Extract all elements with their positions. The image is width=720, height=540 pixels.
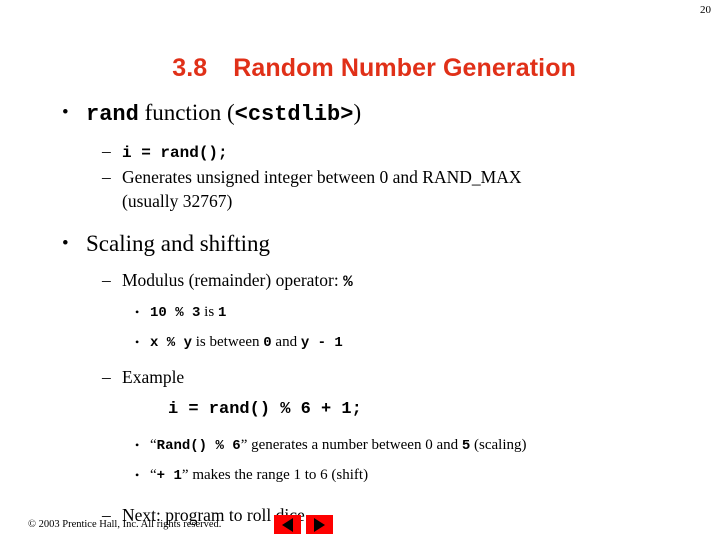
subsubbullet-shift-note: • “+ 1” makes the range 1 to 6 (shift) [0,464,720,487]
text-example: Example [122,367,185,387]
code-percent: % [343,273,353,291]
page-number: 20 [700,4,711,16]
subbullet-generates-unsigned: – Generates unsigned integer between 0 an… [0,165,720,213]
text-generates-line1: Generates unsigned integer between 0 and… [122,167,522,187]
code-five: 5 [461,438,471,454]
text-scaling: (scaling) [470,437,527,453]
code-plus-one: + 1 [156,468,182,484]
slide-canvas: 20 3.8 Random Number Generation • rand fun… [0,0,720,540]
quote-open: “ [150,467,157,483]
subsubbullet-x-mod-y: • x % y is between 0 and y - 1 [0,331,720,354]
text-makes-range: makes the range 1 to 6 (shift) [188,467,369,483]
dash-glyph-icon: – [102,141,111,161]
subbullet-modulus-operator: – Modulus (remainder) operator: % [0,268,720,294]
code-x-mod-y: x % y [150,335,193,351]
previous-slide-button[interactable] [274,515,301,534]
code-rand-mod-6: Rand() % 6 [156,438,241,454]
text-modulus: Modulus (remainder) operator: [122,270,344,290]
dash-glyph-icon: – [102,367,111,387]
dash-glyph-icon: – [102,167,111,187]
bullet-rand-function: • rand function (<cstdlib>) [0,98,720,130]
bullet-glyph-icon: • [135,305,140,319]
code-10-mod-3: 10 % 3 [150,305,201,321]
title-section-number: 3.8 [172,54,208,82]
text-scaling-shifting: Scaling and shifting [86,231,270,256]
subbullet-example: – Example [0,365,720,389]
dash-glyph-icon: – [102,270,111,290]
quote-open: “ [150,437,157,453]
text-generates-number: generates a number between 0 and [247,437,462,453]
text-paren-close: ) [353,100,362,125]
code-block-dice-roll: i = rand() % 6 + 1; [0,396,720,423]
bullet-glyph-icon: • [135,335,140,349]
bullet-glyph-icon: • [62,233,69,254]
bullet-glyph-icon: • [135,468,140,482]
code-result-1: 1 [217,305,227,321]
copyright-notice: © 2003 Prentice Hall, Inc. All rights re… [28,519,222,530]
bullet-glyph-icon: • [62,102,69,123]
triangle-left-icon [282,517,293,532]
text-is: is [200,304,218,320]
page-title: 3.8 Random Number Generation [0,31,720,106]
text-function: function ( [138,100,235,125]
triangle-right-icon [314,517,325,532]
text-generates-line2: (usually 32767) [122,191,233,211]
code-y-minus-1: y - 1 [300,335,343,351]
subsubbullet-ten-mod-three: • 10 % 3 is 1 [0,301,720,324]
bullet-scaling-and-shifting: • Scaling and shifting [0,229,720,259]
code-rand: rand [86,102,139,127]
code-i-equals-rand: i = rand(); [122,144,228,162]
text-and: and [271,334,301,350]
subbullet-i-equals-rand: – i = rand(); [0,139,720,165]
bullet-glyph-icon: • [135,438,140,452]
slide-body: • rand function (<cstdlib>) – i = rand(); … [0,98,720,527]
code-zero: 0 [263,335,272,351]
subsubbullet-scaling-note: • “Rand() % 6” generates a number between… [0,434,720,457]
quote-close: ” [181,467,189,483]
next-slide-button[interactable] [306,515,333,534]
code-cstdlib: <cstdlib> [234,102,354,127]
code-i-equals-rand-mod-6: i = rand() % 6 + 1; [168,400,362,419]
title-heading-text: Random Number Generation [233,54,576,82]
text-is-between: is between [192,334,264,350]
